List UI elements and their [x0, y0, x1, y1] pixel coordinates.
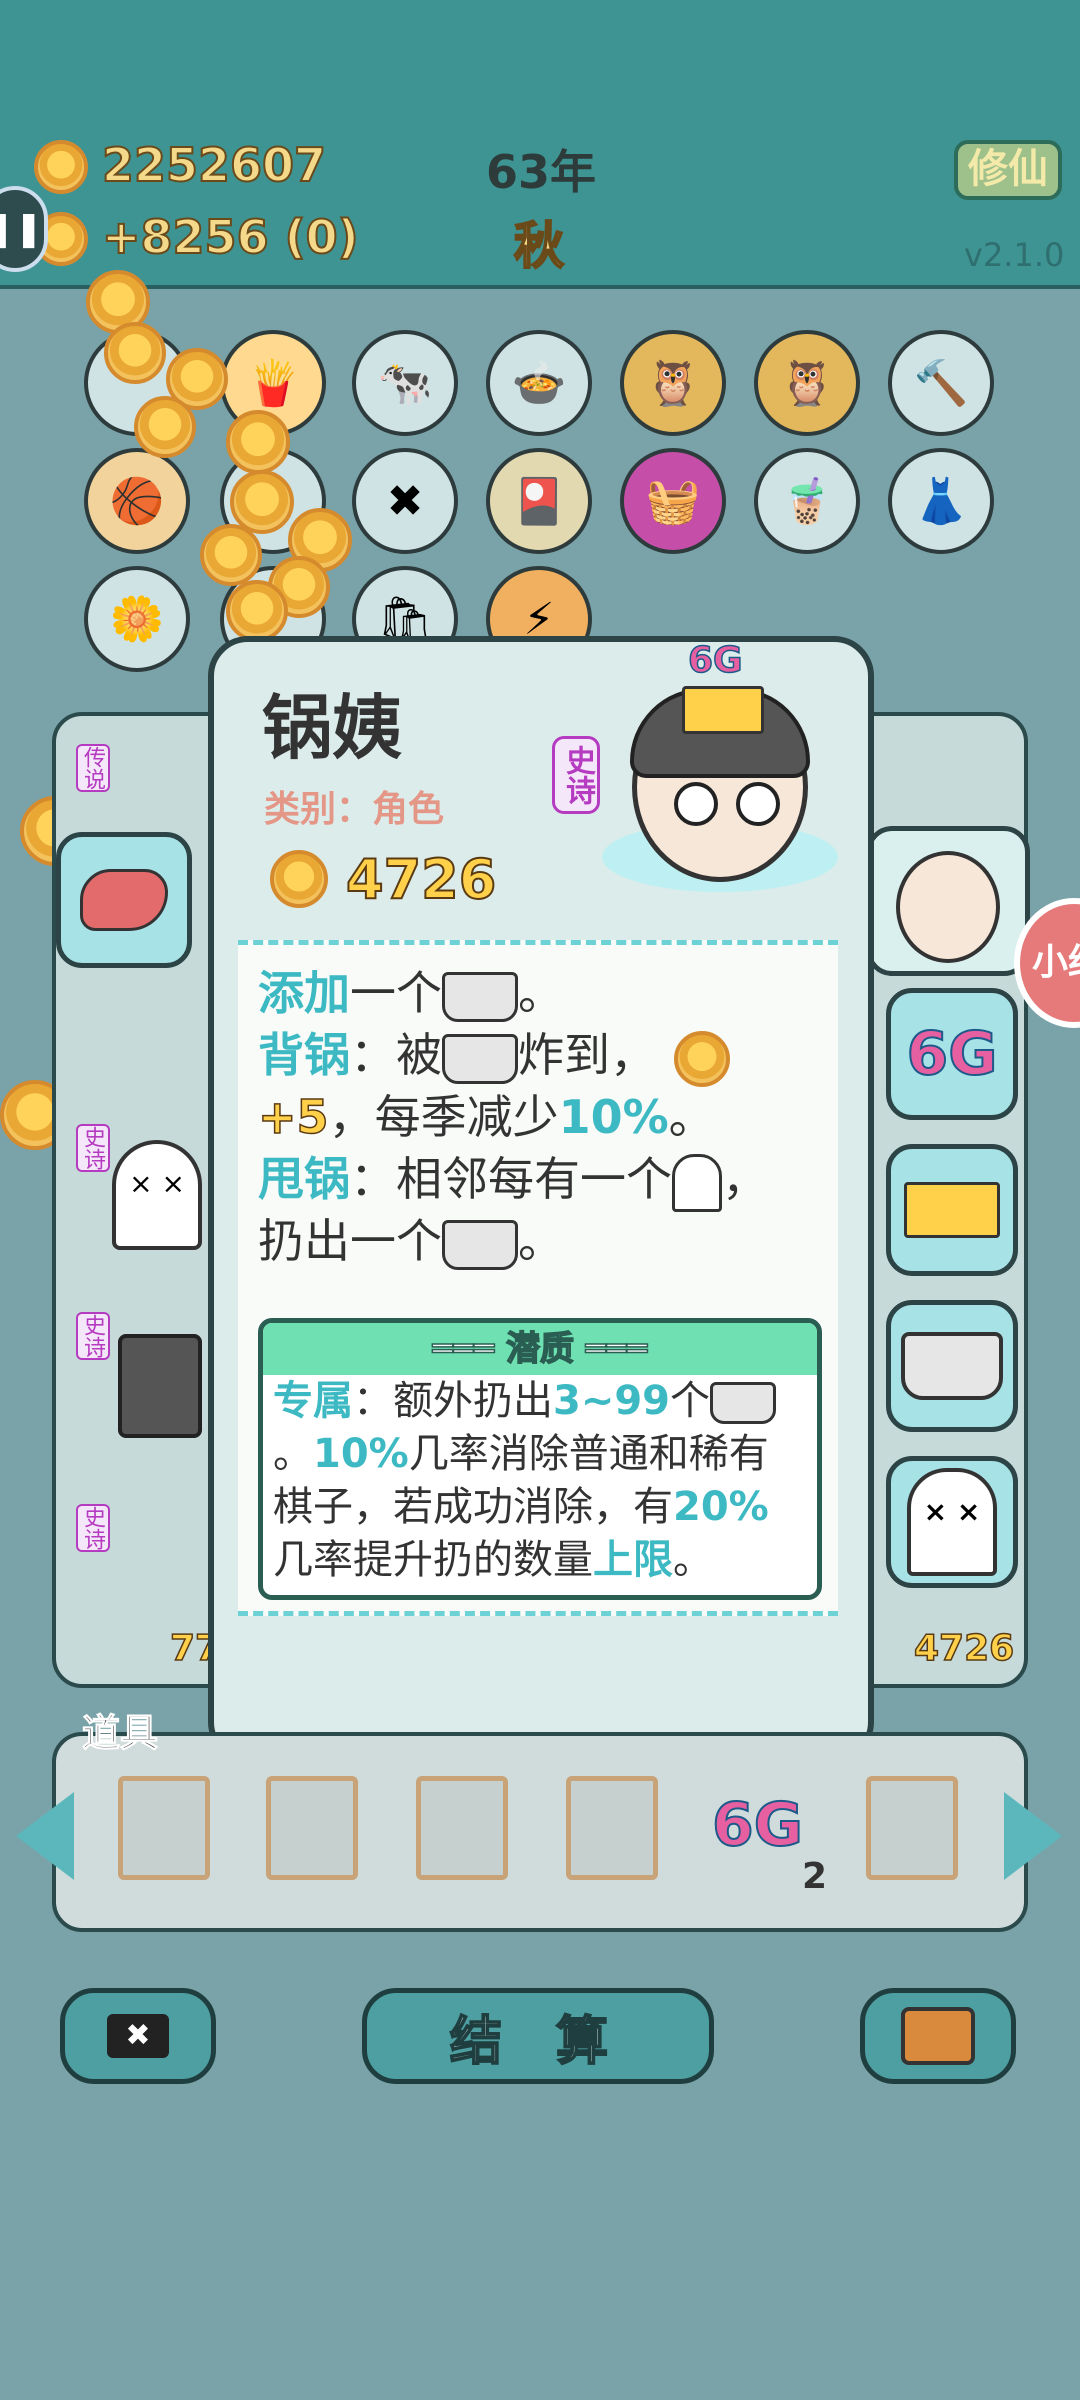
desc-line-1: 添加一个。 — [258, 966, 564, 1022]
tag-pressure-cooker[interactable] — [886, 1300, 1018, 1432]
keyword-backpot: 背锅 — [258, 1028, 350, 1082]
keyword-add: 添加 — [258, 966, 350, 1020]
crown-icon — [682, 686, 764, 734]
potential-line-3: 棋子，若成功消除，有20% — [273, 1484, 769, 1530]
item-slot[interactable] — [866, 1776, 958, 1880]
version-label: v2.1.0 — [964, 236, 1065, 274]
pressure-cooker-icon — [442, 1033, 518, 1084]
floating-coin-icon — [226, 580, 288, 642]
tag-6g[interactable]: 6G — [886, 988, 1018, 1120]
basket-icon[interactable]: 🧺 — [620, 448, 726, 554]
arrow-left-button[interactable] — [16, 1792, 74, 1880]
arrow-right-button[interactable] — [1004, 1792, 1062, 1880]
ghost-icon: × × — [907, 1468, 997, 1576]
backpack-button[interactable] — [860, 1988, 1016, 2084]
item-slot[interactable] — [118, 1776, 210, 1880]
pause-button[interactable]: ❚❚ — [0, 186, 48, 272]
year-label: 63年 — [486, 145, 597, 199]
floating-coin-icon — [104, 322, 166, 384]
ghost-icon: × × — [112, 1140, 202, 1250]
pressure-cooker-icon — [442, 971, 518, 1022]
server-rack-icon — [118, 1334, 202, 1438]
cows-icon[interactable]: 🐄 — [352, 330, 458, 436]
desc-line-4: 甩锅：相邻每有一个， — [258, 1148, 768, 1212]
epic-label: 史诗 — [76, 1312, 110, 1360]
epic-label: 史诗 — [76, 1124, 110, 1172]
delete-tag-icon: ✖ — [107, 2014, 169, 2058]
rarity-badge: 史诗 — [552, 736, 600, 814]
tag-ghost[interactable]: × × — [886, 1456, 1018, 1588]
tag-crown[interactable] — [886, 1144, 1018, 1276]
pokeball-pack-icon[interactable]: 🎴 — [486, 448, 592, 554]
desc-line-3: +5，每季减少10%。 — [257, 1089, 715, 1145]
eye-icon — [736, 782, 780, 826]
basketballs-icon[interactable]: 🏀 — [84, 448, 190, 554]
skirt-icon[interactable]: 👗 — [888, 448, 994, 554]
pressure-cooker-icon — [901, 1332, 1003, 1400]
settle-button[interactable]: 结 算 — [362, 1988, 714, 2084]
potential-title: ═══ 潜质 ═══ — [263, 1323, 817, 1375]
hammer-icon[interactable]: 🔨 — [888, 330, 994, 436]
crown-6g-label: 6G — [687, 639, 743, 682]
milk-tea-icon[interactable]: 🧋 — [754, 448, 860, 554]
owls-icon[interactable]: 🦉 — [620, 330, 726, 436]
pressure-cooker-icon — [442, 1219, 518, 1270]
floating-coin-icon — [200, 524, 262, 586]
coin-total: 2252607 — [101, 137, 327, 193]
eye-icon — [674, 782, 718, 826]
potential-line-4: 几率提升扔的数量上限。 — [273, 1537, 713, 1583]
item-6g[interactable]: 6G — [711, 1789, 804, 1861]
character-name: 锅姨 — [262, 687, 402, 769]
duck-pot-icon[interactable]: 🍲 — [486, 330, 592, 436]
floating-coin-icon — [226, 410, 290, 474]
discard-button[interactable]: ✖ — [60, 1988, 216, 2084]
character-category: 类别：角色 — [264, 789, 445, 830]
delete-tag-icon[interactable]: ✖ — [352, 448, 458, 554]
season-label: 秋 — [513, 216, 565, 276]
potential-line-2: 。10%几率消除普通和稀有 — [273, 1431, 769, 1477]
item-slot[interactable] — [566, 1776, 658, 1880]
price-coin-icon — [270, 850, 328, 908]
settle-label: 结 算 — [449, 2011, 627, 2073]
xiuxian-button[interactable]: 修仙 — [954, 140, 1062, 200]
potential-line-1: 专属：额外扔出3~99个 — [263, 1375, 817, 1428]
owls-icon[interactable]: 🦉 — [754, 330, 860, 436]
item-slot[interactable] — [266, 1776, 358, 1880]
coin-icon — [674, 1030, 730, 1087]
crown-icon — [904, 1182, 1000, 1238]
top-bar: 2252607 +8256 (0) 63年 秋 修仙 v2.1.0 ❚❚ — [0, 0, 1080, 289]
liver-icon — [80, 869, 168, 931]
pressure-cooker-icon — [710, 1382, 777, 1424]
epic-label: 史诗 — [76, 1504, 110, 1552]
desc-line-2: 背锅：被 炸到， — [258, 1024, 730, 1087]
character-price: 4726 — [345, 847, 497, 912]
character-face-icon — [896, 851, 1000, 963]
keyword-throwpot: 甩锅 — [258, 1152, 350, 1206]
item-6g-count: 2 — [802, 1856, 828, 1897]
flower-pot-icon[interactable]: 🌼 — [84, 566, 190, 672]
briefcase-icon — [901, 2007, 975, 2065]
items-title: 道具 — [81, 1711, 159, 1756]
portrait-tab[interactable] — [866, 826, 1030, 976]
floating-coin-icon — [134, 396, 196, 458]
desc-line-5: 扔出一个。 — [258, 1214, 564, 1270]
partial-number-right: 4726 — [913, 1627, 1015, 1670]
income-text: +8256 (0) — [101, 209, 360, 265]
ghost-icon — [672, 1153, 722, 1212]
liver-button[interactable] — [56, 832, 192, 968]
potential-box: ═══ 潜质 ═══ 专属：额外扔出3~99个 。10%几率消除普通和稀有 棋子… — [258, 1318, 822, 1600]
item-slot[interactable] — [416, 1776, 508, 1880]
legendary-label: 传说 — [76, 744, 110, 792]
coin-icon — [34, 140, 88, 194]
